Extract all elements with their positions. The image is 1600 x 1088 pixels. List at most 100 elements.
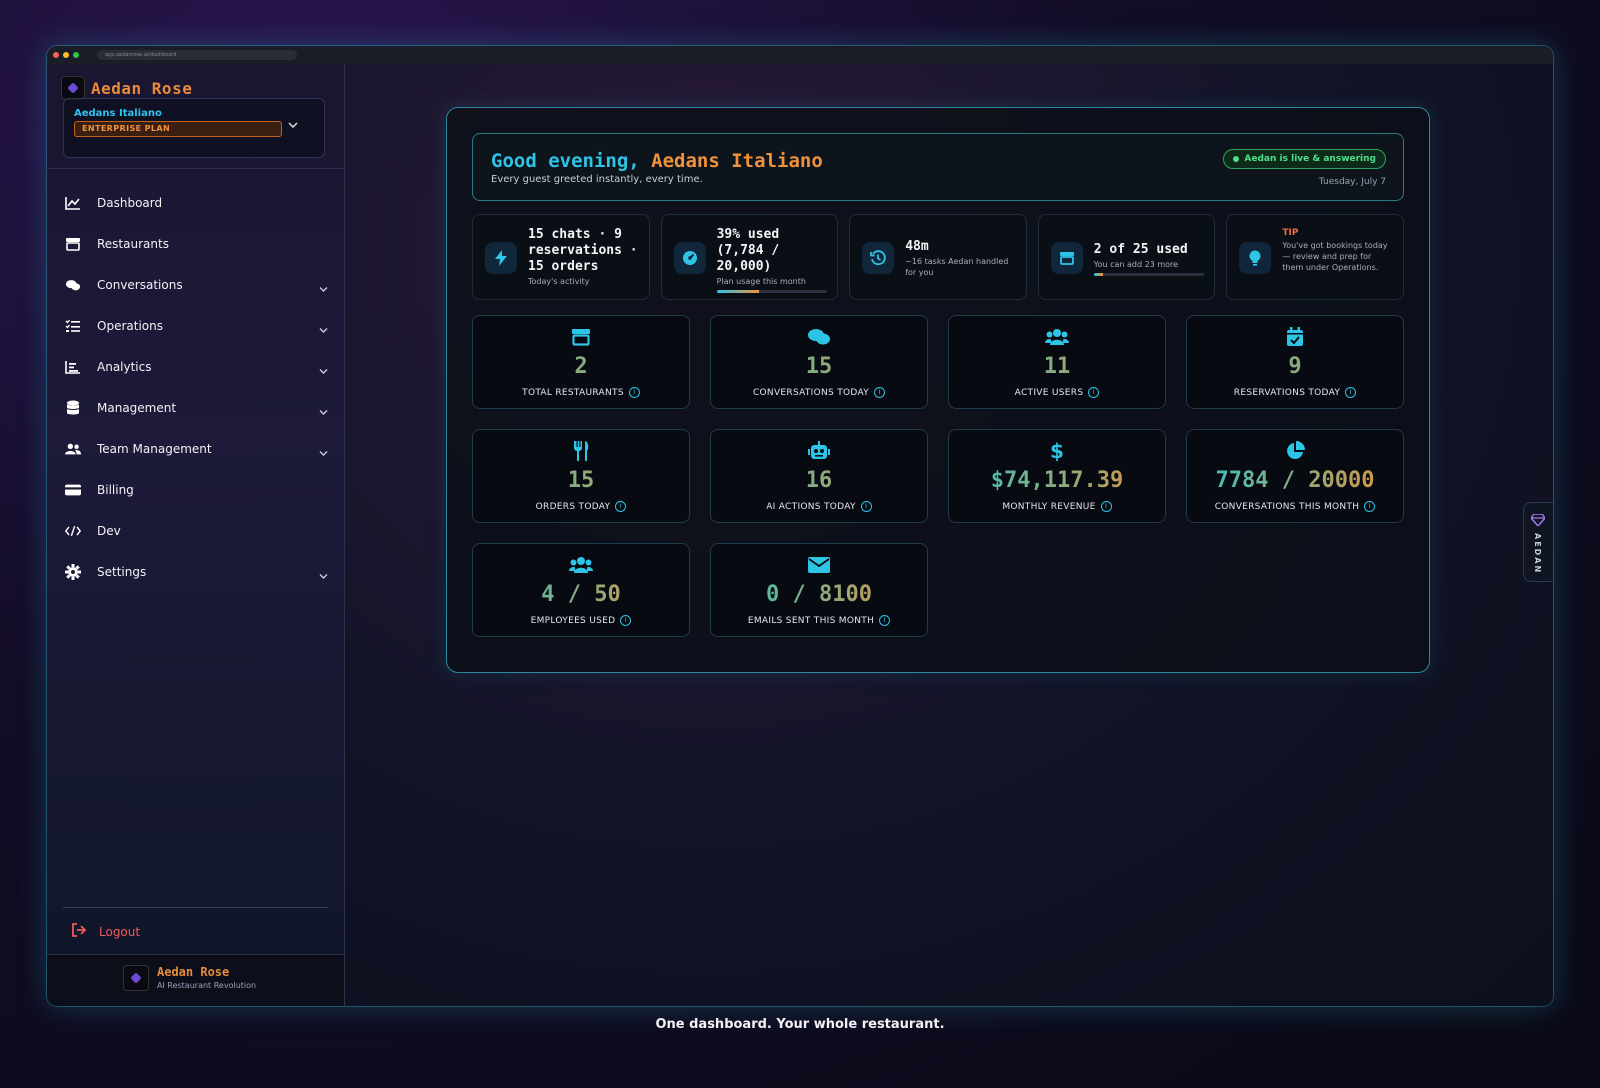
address-bar[interactable]: app.aedanrose.ai/dashboard: [97, 50, 297, 60]
store-icon: [1050, 242, 1083, 274]
chart-bar-icon: [65, 359, 81, 375]
stat-card[interactable]: 0 / 8100 EMAILS SENT THIS MONTH i: [710, 543, 928, 637]
summary-sub: ~16 tasks Aedan handled for you: [905, 257, 1009, 277]
store-icon: [473, 326, 689, 348]
sidebar-item-billing[interactable]: Billing: [47, 469, 344, 510]
sidebar-item-restaurants[interactable]: Restaurants: [47, 223, 344, 264]
stat-card[interactable]: 16 AI ACTIONS TODAY i: [710, 429, 928, 523]
brand-logo: [61, 76, 85, 100]
tip-label: TIP: [1282, 228, 1299, 238]
brand[interactable]: Aedan Rose: [61, 76, 192, 100]
users-icon: [473, 554, 689, 576]
summary-main: 15 chats · 9 reservations · 15 orders: [528, 227, 638, 274]
aedan-side-tab[interactable]: AEDAN: [1523, 502, 1553, 582]
stat-card[interactable]: 4 / 50 EMPLOYEES USED i: [472, 543, 690, 637]
stat-card[interactable]: 7784 / 20000 CONVERSATIONS THIS MONTH i: [1186, 429, 1404, 523]
summary-card-activity[interactable]: 15 chats · 9 reservations · 15 orders To…: [472, 214, 650, 300]
info-icon[interactable]: i: [1364, 501, 1376, 512]
calendar-check-icon: [1187, 326, 1403, 348]
info-icon[interactable]: i: [628, 387, 640, 398]
sidebar-item-label: Analytics: [97, 359, 152, 374]
stat-value: 9: [1187, 353, 1403, 381]
sidebar-item-label: Dev: [97, 523, 121, 538]
logout-button[interactable]: Logout: [71, 922, 140, 941]
stat-label-text: TOTAL RESTAURANTS: [522, 388, 624, 398]
brand-logo: [123, 965, 149, 991]
stat-value: 11: [949, 353, 1165, 381]
sidebar-item-team-management[interactable]: Team Management: [47, 428, 344, 469]
sidebar-item-label: Conversations: [97, 277, 183, 292]
summary-card-tip[interactable]: TIP You've got bookings today — review a…: [1226, 214, 1404, 300]
utensils-icon: [473, 440, 689, 462]
dollar-icon: $: [1050, 439, 1064, 463]
stat-value: 4 / 50: [473, 581, 689, 609]
users-icon: [949, 326, 1165, 348]
pie-chart-icon: [1187, 440, 1403, 462]
sidebar-item-label: Management: [97, 400, 177, 415]
footer-brand-name: Aedan Rose: [157, 965, 230, 979]
info-icon[interactable]: i: [1088, 387, 1100, 398]
credit-card-icon: [65, 482, 81, 498]
stat-label-text: ACTIVE USERS: [1014, 388, 1084, 398]
chevron-down-icon[interactable]: [319, 278, 328, 292]
info-icon[interactable]: i: [1100, 501, 1112, 512]
sidebar-item-settings[interactable]: Settings: [47, 551, 344, 592]
sidebar-item-analytics[interactable]: Analytics: [47, 346, 344, 387]
lightbulb-icon: [1239, 242, 1272, 274]
sidebar-item-dashboard[interactable]: Dashboard: [47, 182, 344, 223]
summary-main: 39% used (7,784 / 20,000): [716, 227, 780, 274]
info-icon[interactable]: i: [879, 615, 891, 626]
summary-main: 2 of 25 used: [1093, 242, 1188, 257]
stat-card[interactable]: 9 RESERVATIONS TODAY i: [1186, 315, 1404, 409]
sidebar-item-conversations[interactable]: Conversations: [47, 264, 344, 305]
store-icon: [65, 236, 81, 252]
account-switcher[interactable]: Aedans Italiano ENTERPRISE PLAN: [63, 98, 325, 158]
chevron-down-icon[interactable]: [319, 401, 328, 415]
stat-value: 16: [711, 467, 927, 495]
summary-card-restaurants-used[interactable]: 2 of 25 used You can add 23 more: [1037, 214, 1216, 300]
browser-titlebar: app.aedanrose.ai/dashboard: [47, 46, 1553, 64]
sidebar-item-label: Settings: [97, 564, 147, 579]
sidebar-item-operations[interactable]: Operations: [47, 305, 344, 346]
sidebar-item-label: Team Management: [97, 441, 212, 456]
info-icon[interactable]: i: [874, 387, 886, 398]
browser-window: app.aedanrose.ai/dashboard Aedan Rose Ae…: [47, 46, 1553, 1006]
chevron-down-icon[interactable]: [319, 360, 328, 374]
stat-card[interactable]: 11 ACTIVE USERS i: [948, 315, 1166, 409]
sidebar-item-dev[interactable]: Dev: [47, 510, 344, 551]
stat-label: MONTHLY REVENUE i: [949, 501, 1165, 512]
minimize-window-icon[interactable]: [63, 52, 69, 58]
stat-card[interactable]: 15 CONVERSATIONS TODAY i: [710, 315, 928, 409]
stat-label-text: ORDERS TODAY: [535, 502, 611, 512]
stat-label: CONVERSATIONS THIS MONTH i: [1187, 501, 1403, 512]
chevron-down-icon[interactable]: [319, 442, 328, 456]
live-status-badge: Aedan is live & answering: [1223, 149, 1386, 169]
stat-card[interactable]: $ $74,117.39 MONTHLY REVENUE i: [948, 429, 1166, 523]
stat-value: $74,117.39: [949, 467, 1165, 495]
chart-line-icon: [65, 195, 81, 211]
info-icon[interactable]: i: [1345, 387, 1357, 398]
info-icon[interactable]: i: [615, 501, 627, 512]
stat-value: 15: [473, 467, 689, 495]
dashboard-panel: Good evening, Aedans Italiano Every gues…: [446, 107, 1430, 673]
users-icon: [65, 441, 81, 457]
chevron-down-icon[interactable]: [288, 119, 298, 132]
summary-card-plan-usage[interactable]: 39% used (7,784 / 20,000) Plan usage thi…: [660, 214, 839, 300]
stat-label-text: CONVERSATIONS TODAY: [752, 388, 870, 398]
info-icon[interactable]: i: [860, 501, 872, 512]
sidebar-item-management[interactable]: Management: [47, 387, 344, 428]
divider: [63, 907, 328, 908]
close-window-icon[interactable]: [53, 52, 59, 58]
stat-label: RESERVATIONS TODAY i: [1187, 387, 1403, 398]
stat-card[interactable]: 2 TOTAL RESTAURANTS i: [472, 315, 690, 409]
sidebar-item-label: Restaurants: [97, 236, 169, 251]
stat-card[interactable]: 15 ORDERS TODAY i: [472, 429, 690, 523]
maximize-window-icon[interactable]: [73, 52, 79, 58]
info-icon[interactable]: i: [620, 615, 632, 626]
summary-card-time-saved[interactable]: 48m ~16 tasks Aedan handled for you: [849, 214, 1027, 300]
chevron-down-icon[interactable]: [319, 319, 328, 333]
stat-label: EMAILS SENT THIS MONTH i: [711, 615, 927, 626]
robot-icon: [711, 440, 927, 462]
restaurants-used-progress: [1093, 273, 1204, 276]
chevron-down-icon[interactable]: [319, 565, 328, 579]
